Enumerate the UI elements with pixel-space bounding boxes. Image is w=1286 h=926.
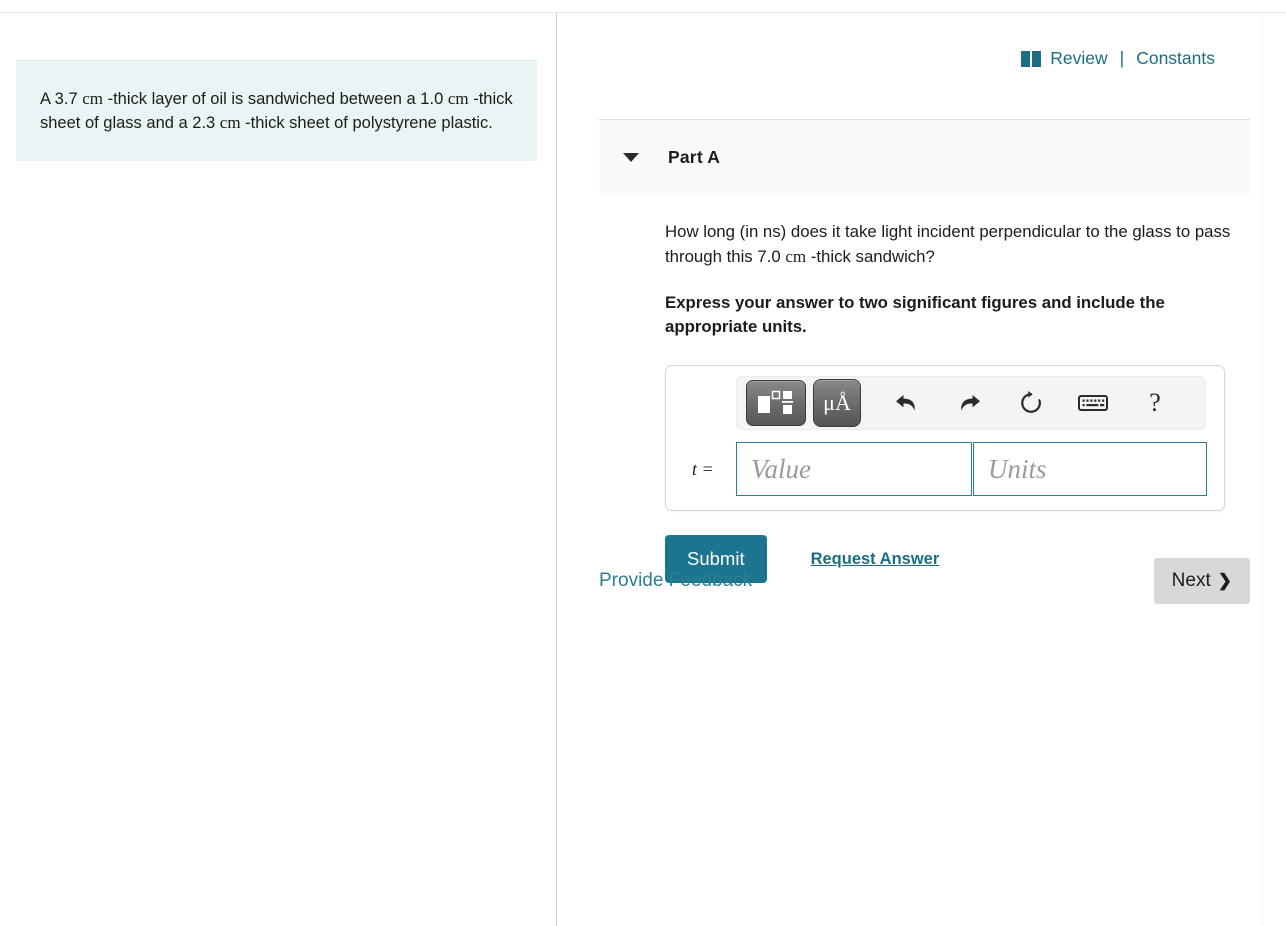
part-a-panel: Part A How long (in ns) does it take lig…	[599, 119, 1250, 583]
part-a-title: Part A	[668, 147, 721, 167]
problem-statement-text: A 3.7 cm -thick layer of oil is sandwich…	[40, 87, 513, 135]
question-text-part-2: -thick sandwich?	[806, 247, 935, 266]
footer-bar: Provide Feedback Next ❯	[599, 558, 1250, 604]
review-constants-bar: Review | Constants	[1021, 48, 1215, 69]
provide-feedback-link[interactable]: Provide Feedback	[599, 570, 752, 592]
answer-input-row: t = Value Units	[678, 442, 1212, 496]
question-text: How long (in ns) does it take light inci…	[665, 219, 1253, 269]
right-edge-divider	[1262, 13, 1263, 926]
chevron-down-icon[interactable]	[623, 153, 639, 162]
value-input[interactable]: Value	[736, 442, 972, 496]
variable-label: t =	[692, 458, 714, 479]
part-a-body: How long (in ns) does it take light inci…	[599, 195, 1250, 583]
review-link[interactable]: Review	[1050, 48, 1107, 69]
problem-text-part-2: -thick layer of oil is sandwiched betwee…	[102, 90, 448, 108]
next-button-label: Next	[1171, 570, 1211, 591]
units-input[interactable]: Units	[973, 442, 1207, 496]
unit-prefix-icon[interactable]: μÅ	[813, 379, 861, 427]
help-icon[interactable]: ?	[1133, 383, 1177, 423]
problem-text-part-1: A 3.7	[40, 90, 83, 108]
review-separator: |	[1119, 48, 1125, 68]
reset-icon[interactable]	[1009, 383, 1053, 423]
undo-icon[interactable]	[885, 383, 929, 423]
constants-link[interactable]: Constants	[1136, 48, 1215, 69]
problem-text-part-4: -thick sheet of polystyrene plastic.	[240, 114, 493, 132]
next-button[interactable]: Next ❯	[1153, 558, 1250, 604]
mastering-physics-page: A 3.7 cm -thick layer of oil is sandwich…	[0, 0, 1286, 926]
part-a-header[interactable]: Part A	[599, 119, 1250, 195]
keyboard-icon[interactable]	[1071, 383, 1115, 423]
problem-statement-box: A 3.7 cm -thick layer of oil is sandwich…	[16, 60, 537, 161]
unit-cm-question: cm	[785, 247, 807, 266]
problem-pane: A 3.7 cm -thick layer of oil is sandwich…	[0, 13, 556, 926]
answer-toolbar: μÅ ?	[736, 376, 1206, 430]
unit-cm-2: cm	[447, 89, 469, 108]
unit-cm-3: cm	[219, 113, 241, 132]
question-text-part-1: How long (in ns) does it take light inci…	[665, 222, 1231, 266]
answer-instruction: Express your answer to two significant f…	[665, 293, 1165, 336]
redo-icon[interactable]	[947, 383, 991, 423]
math-template-icon[interactable]	[746, 380, 806, 426]
answer-entry-box: μÅ ? t = Value Units	[665, 365, 1225, 511]
book-icon	[1021, 50, 1042, 67]
unit-cm-1: cm	[82, 89, 103, 108]
answer-pane: Review | Constants Part A How long (in n…	[557, 13, 1262, 926]
chevron-right-icon: ❯	[1217, 571, 1232, 590]
